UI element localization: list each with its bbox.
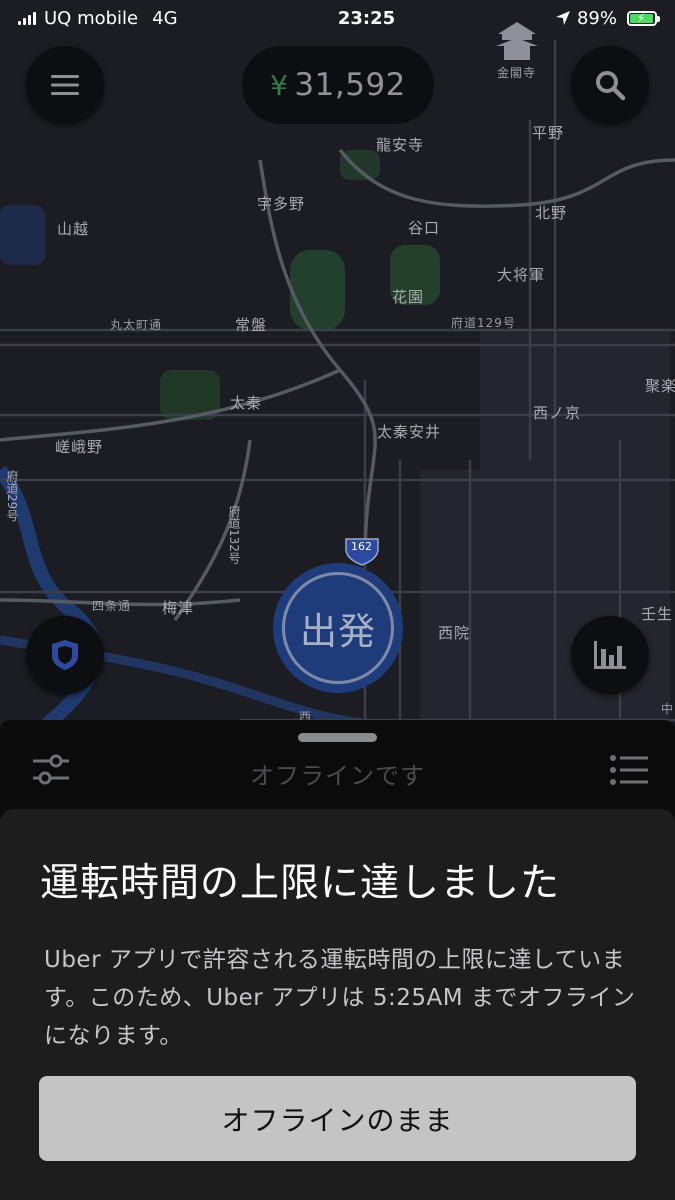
- map-label-tokiwa: 常盤: [235, 316, 268, 334]
- map-label-mibu: 壬生: [641, 605, 674, 623]
- map-label-umezu: 梅津: [162, 599, 195, 617]
- map-label-uzumasa-yasui: 太秦安井: [377, 423, 442, 441]
- map-label-marutamachi: 丸太町通: [110, 318, 163, 332]
- map-label-fudo129: 府道129号: [451, 316, 516, 330]
- modal-title: 運転時間の上限に達しました: [40, 861, 561, 906]
- route-shield-label: 162: [351, 540, 372, 553]
- clock: 23:25: [337, 7, 396, 29]
- map-label-sagano: 嵯峨野: [55, 438, 104, 456]
- battery-percent: 89%: [576, 7, 617, 29]
- map-label-nishinokyo: 西ノ京: [533, 404, 582, 422]
- hamburger-menu-icon: [51, 75, 79, 95]
- driving-limit-modal: 運転時間の上限に達しました Uber アプリで許容される運転時間の上限に達してい…: [0, 809, 675, 1200]
- map-label-kitano: 北野: [535, 204, 568, 222]
- map-label-yamagoe: 山越: [57, 220, 90, 238]
- map-label-naka: 中: [661, 702, 675, 716]
- list-icon[interactable]: [610, 754, 648, 786]
- sheet-drag-handle[interactable]: [298, 733, 377, 742]
- bar-chart-icon: [594, 641, 626, 669]
- map-label-hirano: 平野: [532, 124, 565, 142]
- battery-icon: ⚡: [627, 10, 660, 26]
- map-label-udano: 宇多野: [257, 195, 306, 213]
- map-label-fudo132: 府道132号: [227, 505, 241, 564]
- search-icon: [596, 71, 626, 101]
- map-label-temple: 金閣寺: [497, 66, 537, 80]
- location-arrow-icon: [555, 11, 570, 25]
- earnings-pill[interactable]: ¥ 31,592: [242, 46, 434, 124]
- currency-symbol: ¥: [270, 68, 289, 102]
- map-label-taniguchi: 谷口: [408, 219, 441, 237]
- network-type: 4G: [152, 7, 178, 29]
- safety-toolkit-button[interactable]: [26, 616, 104, 694]
- signal-strength-icon: [18, 11, 36, 25]
- map-label-shijo: 四条通: [92, 599, 132, 613]
- map-label-uzumasa: 太秦: [230, 394, 263, 412]
- offline-status-text: オフラインです: [250, 761, 425, 790]
- map-label-fudo29: 府道29号: [5, 470, 19, 522]
- map-label-oshogun: 大将軍: [497, 266, 546, 284]
- map-label-hanazono: 花園: [392, 288, 425, 306]
- go-online-button[interactable]: 出発: [273, 563, 403, 693]
- earnings-chart-button[interactable]: [571, 616, 649, 694]
- earnings-amount: 31,592: [294, 67, 406, 103]
- menu-button[interactable]: [26, 46, 104, 124]
- carrier-name: UQ mobile: [44, 7, 139, 29]
- map-label-ryoanji: 龍安寺: [376, 136, 425, 154]
- status-bar: UQ mobile 4G 23:25 89% ⚡: [0, 0, 675, 36]
- map-label-juraku: 聚楽: [645, 377, 675, 395]
- shield-icon: [52, 640, 78, 670]
- search-button[interactable]: [571, 46, 649, 124]
- go-online-label: 出発: [300, 610, 376, 653]
- map-label-saiin: 西院: [438, 624, 471, 642]
- modal-body: Uber アプリで許容される運転時間の上限に達しています。このため、Uber ア…: [44, 947, 636, 1049]
- stay-offline-button[interactable]: オフラインのまま: [39, 1076, 636, 1161]
